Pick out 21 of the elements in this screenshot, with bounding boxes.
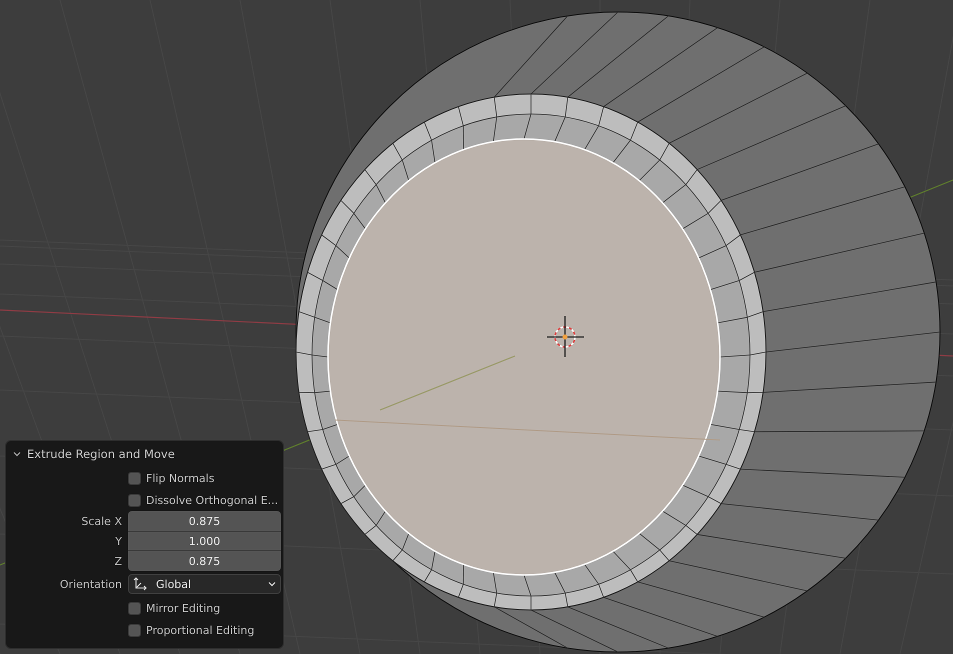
checkbox-option[interactable]: Proportional Editing — [128, 624, 254, 636]
3d-cursor-icon — [547, 316, 584, 357]
checkbox[interactable] — [128, 472, 141, 484]
field-label: Z — [113, 554, 122, 568]
checkbox[interactable] — [128, 624, 141, 636]
field-label: Scale X — [80, 514, 122, 528]
number-field[interactable]: 0.875 — [128, 511, 281, 531]
axes-icon — [133, 577, 148, 591]
field-label: Y — [114, 534, 122, 548]
checkbox[interactable] — [128, 602, 141, 614]
chevron-icon[interactable] — [12, 449, 22, 459]
caret-icon — [268, 581, 276, 587]
number-field[interactable]: 0.875 — [128, 551, 281, 571]
number-field[interactable]: 1.000 — [128, 531, 281, 551]
checkbox-option[interactable]: Flip Normals — [128, 472, 214, 484]
panel-title[interactable]: Extrude Region and Move — [27, 447, 175, 461]
field-label: Orientation — [58, 578, 122, 590]
orientation-dropdown[interactable]: Global — [128, 574, 281, 594]
checkbox-option[interactable]: Dissolve Orthogonal E... — [128, 494, 278, 506]
checkbox[interactable] — [128, 494, 141, 506]
checkbox-option[interactable]: Mirror Editing — [128, 602, 220, 614]
